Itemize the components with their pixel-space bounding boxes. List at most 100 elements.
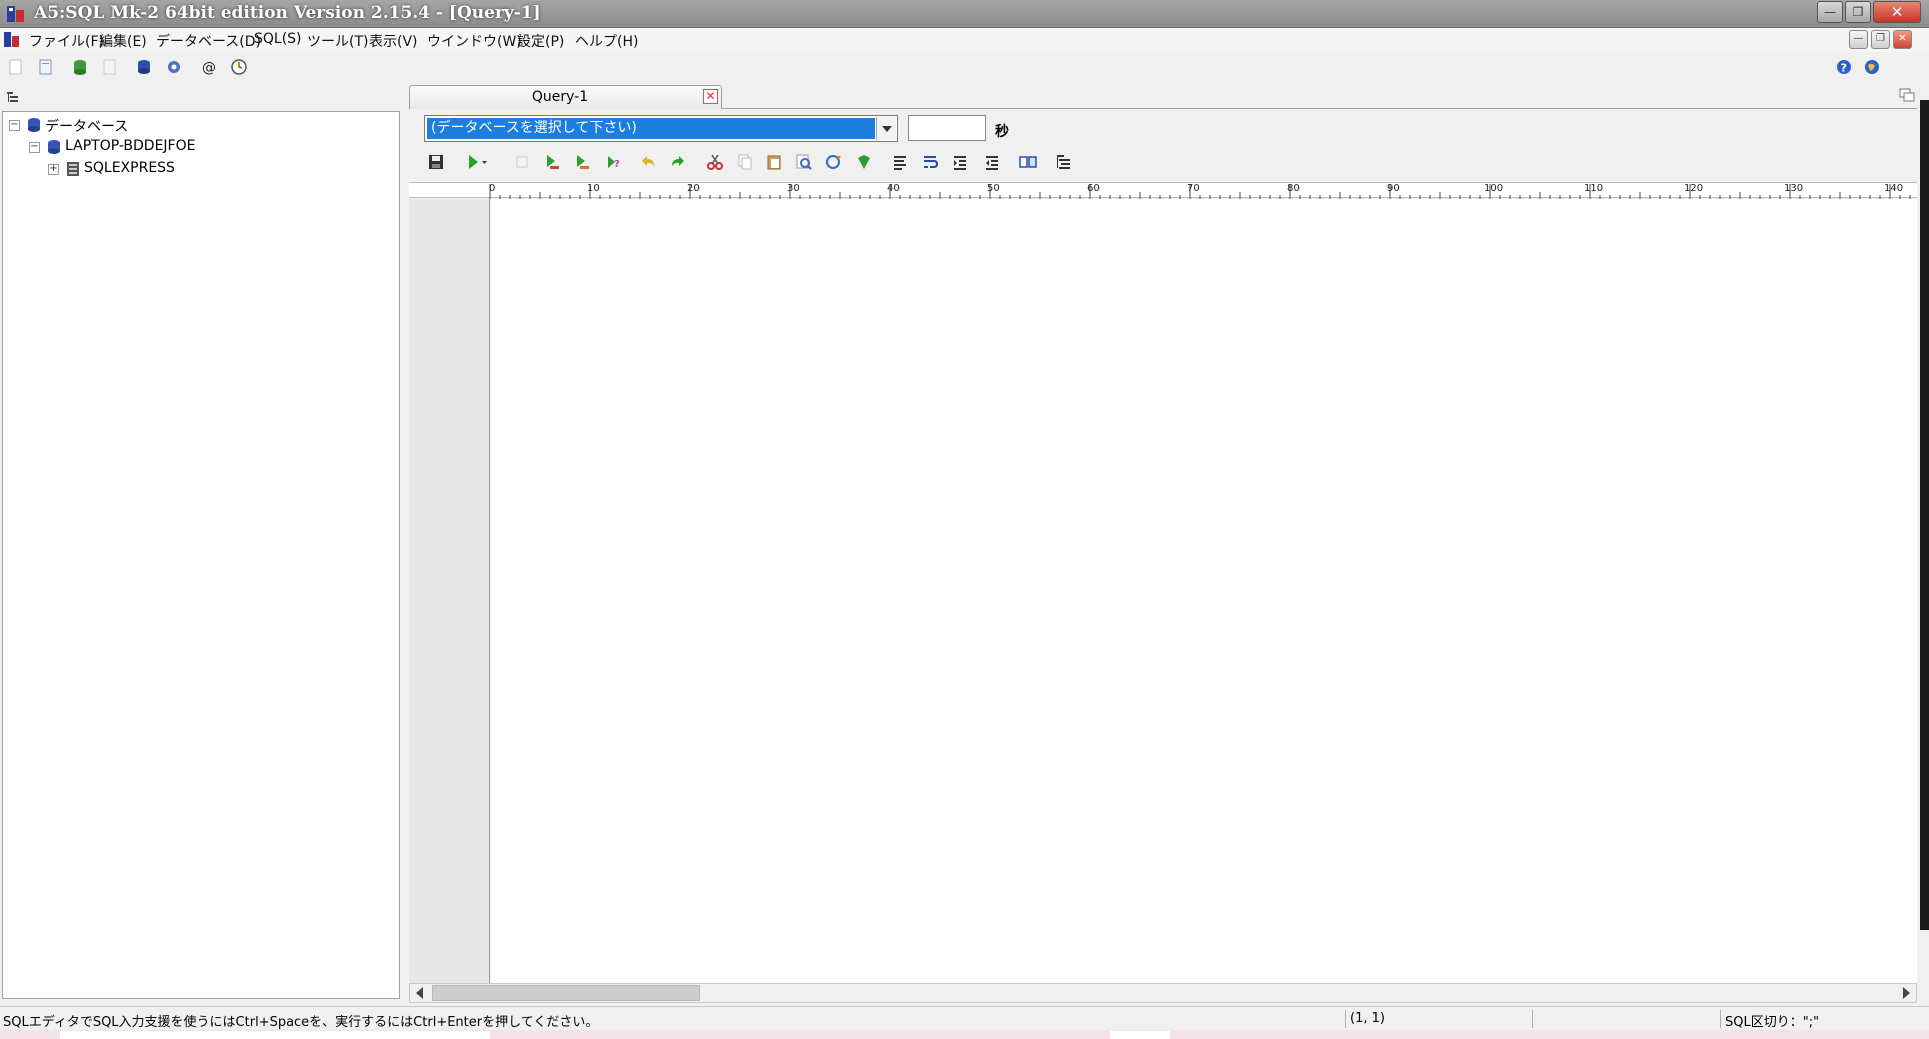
- svg-text:?: ?: [614, 159, 620, 170]
- database-icon[interactable]: [134, 57, 154, 77]
- ruler-label: 80: [1287, 183, 1300, 194]
- scroll-thumb[interactable]: [432, 985, 700, 1001]
- ruler-label: 130: [1784, 183, 1804, 194]
- status-hint: SQLエディタでSQL入力支援を使うにはCtrl+Spaceを、実行するにはCt…: [3, 1015, 599, 1030]
- menu-sql[interactable]: SQL(S): [254, 31, 302, 47]
- undo-icon[interactable]: [638, 152, 658, 172]
- expand-toggle[interactable]: +: [48, 164, 59, 175]
- disconnect-icon[interactable]: [100, 57, 120, 77]
- minimize-button[interactable]: —: [1817, 1, 1843, 23]
- timeout-input[interactable]: [908, 115, 986, 141]
- chevron-down-icon[interactable]: [876, 117, 896, 140]
- taskbar-segment: [1110, 1031, 1170, 1039]
- connect-icon[interactable]: [70, 57, 90, 77]
- menu-view[interactable]: 表示(V): [369, 31, 418, 51]
- tab-close-icon[interactable]: ✕: [703, 89, 718, 104]
- paste-icon[interactable]: [764, 152, 784, 172]
- tree-item-instance[interactable]: + SQLEXPRESS: [48, 160, 348, 180]
- ruler-label: 50: [987, 183, 1000, 194]
- collapse-toggle[interactable]: −: [29, 142, 40, 153]
- app-logo-icon: [7, 6, 24, 22]
- menu-settings[interactable]: 設定(P): [517, 31, 564, 51]
- database-select[interactable]: (データベースを選択して下さい): [424, 115, 898, 142]
- editor-toolbar: ?: [420, 150, 1120, 176]
- redo-icon[interactable]: [668, 152, 688, 172]
- outdent-icon[interactable]: [982, 152, 1002, 172]
- outline-icon[interactable]: [1054, 152, 1074, 172]
- instance-icon: [67, 162, 79, 176]
- ruler-label: 70: [1187, 183, 1200, 194]
- database-tree[interactable]: − データベース − LAPTOP-BDDEJFOE + SQLEXPRESS: [2, 111, 400, 999]
- replace-icon[interactable]: [824, 152, 844, 172]
- scroll-left-icon[interactable]: [416, 987, 423, 999]
- mdi-restore-button[interactable]: ❐: [1871, 30, 1890, 49]
- cut-icon[interactable]: [705, 152, 725, 172]
- menu-window[interactable]: ウインドウ(W): [427, 31, 522, 51]
- web-icon[interactable]: [1862, 57, 1882, 77]
- save-icon[interactable]: [426, 152, 446, 172]
- ruler-label: 140: [1884, 183, 1904, 194]
- mdi-minimize-button[interactable]: —: [1849, 30, 1868, 49]
- ruler-label: 10: [587, 183, 600, 194]
- settings-gear-icon[interactable]: [164, 57, 184, 77]
- run-all-icon[interactable]: [542, 152, 562, 172]
- sql-delimiter: SQL区切り：";": [1725, 1015, 1820, 1030]
- explain-icon[interactable]: ?: [604, 152, 624, 172]
- find-icon[interactable]: [794, 152, 814, 172]
- align-left-icon[interactable]: [890, 152, 910, 172]
- format-icon[interactable]: [854, 152, 874, 172]
- sql-editor[interactable]: [491, 199, 1917, 983]
- wrap-icon[interactable]: [920, 152, 940, 172]
- server-icon: [48, 140, 60, 154]
- mdi-close-button[interactable]: ✕: [1893, 30, 1912, 49]
- indent-icon[interactable]: [950, 152, 970, 172]
- tree-item-databases[interactable]: − データベース: [9, 116, 309, 136]
- clock-icon[interactable]: [229, 57, 249, 77]
- main-toolbar: @ ?: [0, 52, 1929, 82]
- svg-text:?: ?: [1841, 62, 1847, 75]
- tree-view-icon[interactable]: [6, 90, 20, 104]
- tree-item-server[interactable]: − LAPTOP-BDDEJFOE: [29, 138, 329, 158]
- svg-text:@: @: [202, 60, 216, 76]
- menu-bar: ファイル(F) 編集(E) データベース(D) SQL(S) ツール(T) 表示…: [0, 28, 1929, 52]
- close-button[interactable]: ✕: [1873, 1, 1921, 23]
- copy-icon[interactable]: [735, 152, 755, 172]
- stop-icon[interactable]: [512, 152, 532, 172]
- menu-database[interactable]: データベース(D): [156, 31, 261, 51]
- document-icon[interactable]: [3, 31, 21, 49]
- new-icon[interactable]: [6, 57, 26, 77]
- ruler-label: 110: [1584, 183, 1604, 194]
- run-current-icon[interactable]: [572, 152, 592, 172]
- menu-help[interactable]: ヘルプ(H): [575, 31, 638, 51]
- status-divider: [1720, 1010, 1721, 1028]
- taskbar-segment: [60, 1031, 490, 1039]
- database-select-value: (データベースを選択して下さい): [427, 118, 875, 139]
- open-icon[interactable]: [36, 57, 56, 77]
- tree-item-label: SQLEXPRESS: [84, 160, 175, 176]
- window-edge: [1920, 100, 1929, 930]
- menu-edit[interactable]: 編集(E): [99, 31, 147, 51]
- ruler-label: 100: [1484, 183, 1504, 194]
- collapse-toggle[interactable]: −: [9, 120, 20, 131]
- ruler-label: 60: [1087, 183, 1100, 194]
- menu-tools[interactable]: ツール(T): [307, 31, 368, 51]
- restore-button[interactable]: ❐: [1845, 1, 1871, 23]
- help-icon[interactable]: ?: [1834, 57, 1854, 77]
- databases-icon: [28, 118, 40, 132]
- line-number-gutter: [409, 199, 490, 983]
- tab-query-1[interactable]: Query-1 ✕: [409, 85, 722, 109]
- menu-file[interactable]: ファイル(F): [29, 31, 104, 51]
- cursor-position: (1, 1): [1350, 1011, 1385, 1026]
- tree-toolbar: [0, 86, 405, 108]
- run-icon[interactable]: [464, 152, 494, 172]
- window-title: A5:SQL Mk-2 64bit edition Version 2.15.4…: [34, 3, 541, 23]
- taskbar-edge: [0, 1030, 1929, 1039]
- ruler-label: 90: [1387, 183, 1400, 194]
- horizontal-scrollbar[interactable]: [409, 983, 1917, 1003]
- status-divider: [1532, 1010, 1533, 1028]
- cascade-windows-icon[interactable]: [1899, 88, 1915, 102]
- scroll-right-icon[interactable]: [1903, 987, 1910, 999]
- compare-icon[interactable]: [1018, 152, 1038, 172]
- at-icon[interactable]: @: [199, 57, 219, 77]
- tree-item-label: データベース: [45, 119, 129, 135]
